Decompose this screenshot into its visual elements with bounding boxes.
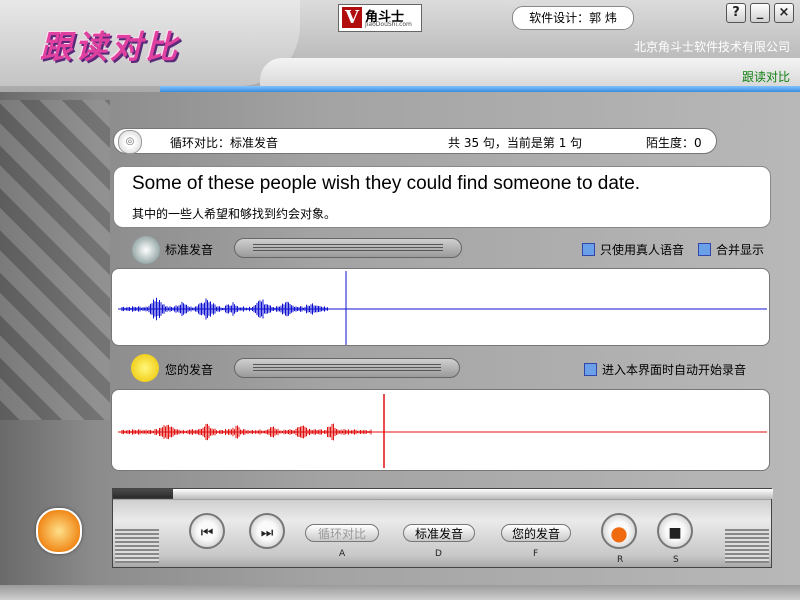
loop-compare-button[interactable]: 循环对比 bbox=[305, 524, 379, 542]
stop-icon: ■ bbox=[668, 525, 682, 541]
stop-button[interactable]: ■ bbox=[657, 513, 693, 549]
user-waveform-svg bbox=[118, 394, 767, 468]
company-name: 北京角斗士软件技术有限公司 bbox=[633, 40, 790, 54]
previous-icon: ⏮ bbox=[200, 525, 214, 541]
shortcut-a: A bbox=[339, 549, 346, 559]
auto-record-label: 进入本界面时自动开始录音 bbox=[602, 363, 747, 377]
standard-waveform[interactable] bbox=[111, 268, 770, 346]
control-panel-top bbox=[173, 489, 773, 499]
pencil-icon[interactable] bbox=[36, 508, 82, 554]
logo-mark: V bbox=[342, 7, 362, 28]
smiley-icon bbox=[131, 354, 159, 382]
loop-mode-text: 循环对比：标准发音 bbox=[170, 136, 279, 150]
left-vent bbox=[115, 529, 159, 563]
progress-lines bbox=[253, 244, 443, 252]
right-vent bbox=[725, 529, 769, 563]
checkbox-box bbox=[584, 363, 597, 376]
checkbox-box bbox=[698, 243, 711, 256]
user-waveform[interactable] bbox=[111, 389, 770, 471]
bottom-edge bbox=[0, 585, 800, 600]
standard-pron-button[interactable]: 标准发音 bbox=[403, 524, 475, 542]
english-sentence: Some of these people wish they could fin… bbox=[132, 173, 641, 194]
progress-lines bbox=[253, 364, 441, 372]
next-icon: ⏭ bbox=[260, 525, 274, 541]
user-progress-bar[interactable] bbox=[234, 358, 460, 378]
close-button[interactable]: × bbox=[774, 3, 794, 23]
standard-label: 标准发音 bbox=[165, 243, 214, 257]
checkbox-box bbox=[582, 243, 595, 256]
header: 跟读对比 V 角斗士 JiaoDouShi.com 软件设计：郭 炜 ? _ ×… bbox=[0, 0, 800, 92]
record-button[interactable]: ● bbox=[601, 513, 637, 549]
your-pron-button[interactable]: 您的发音 bbox=[501, 524, 571, 542]
background-decoration bbox=[0, 100, 110, 420]
shortcut-f: F bbox=[533, 549, 539, 559]
logo-subtext: JiaoDouShi.com bbox=[365, 21, 412, 28]
chinese-translation: 其中的一些人希望和够找到约会对象。 bbox=[132, 207, 337, 221]
shortcut-s: S bbox=[673, 555, 679, 565]
record-icon: ● bbox=[610, 521, 628, 545]
brand-logo: V 角斗士 JiaoDouShi.com bbox=[338, 4, 422, 32]
help-button[interactable]: ? bbox=[726, 3, 746, 23]
designer-credit: 软件设计：郭 炜 bbox=[512, 6, 634, 30]
mode-label: 跟读对比 bbox=[741, 70, 790, 84]
shortcut-r: R bbox=[617, 555, 624, 565]
previous-button[interactable]: ⏮ bbox=[189, 513, 225, 549]
standard-progress-bar[interactable] bbox=[234, 238, 462, 258]
music-icon bbox=[132, 236, 160, 264]
sentence-counter: 共 35 句，当前是第 1 句 bbox=[448, 136, 583, 150]
merge-display-label: 合并显示 bbox=[716, 243, 765, 257]
real-voice-label: 只使用真人语音 bbox=[600, 243, 685, 257]
unfamiliarity-value: 陌生度：0 bbox=[646, 136, 702, 150]
next-button[interactable]: ⏭ bbox=[249, 513, 285, 549]
sentence-panel: Some of these people wish they could fin… bbox=[113, 166, 771, 228]
control-panel: ⏮ ⏭ 循环对比 标准发音 您的发音 ● ■ A D F R S bbox=[112, 488, 773, 568]
standard-waveform-svg bbox=[118, 271, 767, 345]
merge-display-checkbox[interactable]: 合并显示 bbox=[698, 241, 764, 258]
app-title: 跟读对比 bbox=[40, 28, 181, 66]
status-bar: ◎ 循环对比：标准发音 共 35 句，当前是第 1 句 陌生度：0 bbox=[113, 128, 717, 154]
user-label: 您的发音 bbox=[165, 363, 214, 377]
minimize-button[interactable]: _ bbox=[750, 3, 770, 23]
real-voice-checkbox[interactable]: 只使用真人语音 bbox=[582, 241, 684, 258]
auto-record-checkbox[interactable]: 进入本界面时自动开始录音 bbox=[584, 361, 746, 378]
app-window: 跟读对比 V 角斗士 JiaoDouShi.com 软件设计：郭 炜 ? _ ×… bbox=[0, 0, 800, 600]
loop-settings-icon[interactable]: ◎ bbox=[118, 130, 142, 154]
header-band bbox=[260, 58, 800, 86]
waveform-peaks bbox=[121, 423, 372, 441]
shortcut-d: D bbox=[435, 549, 442, 559]
